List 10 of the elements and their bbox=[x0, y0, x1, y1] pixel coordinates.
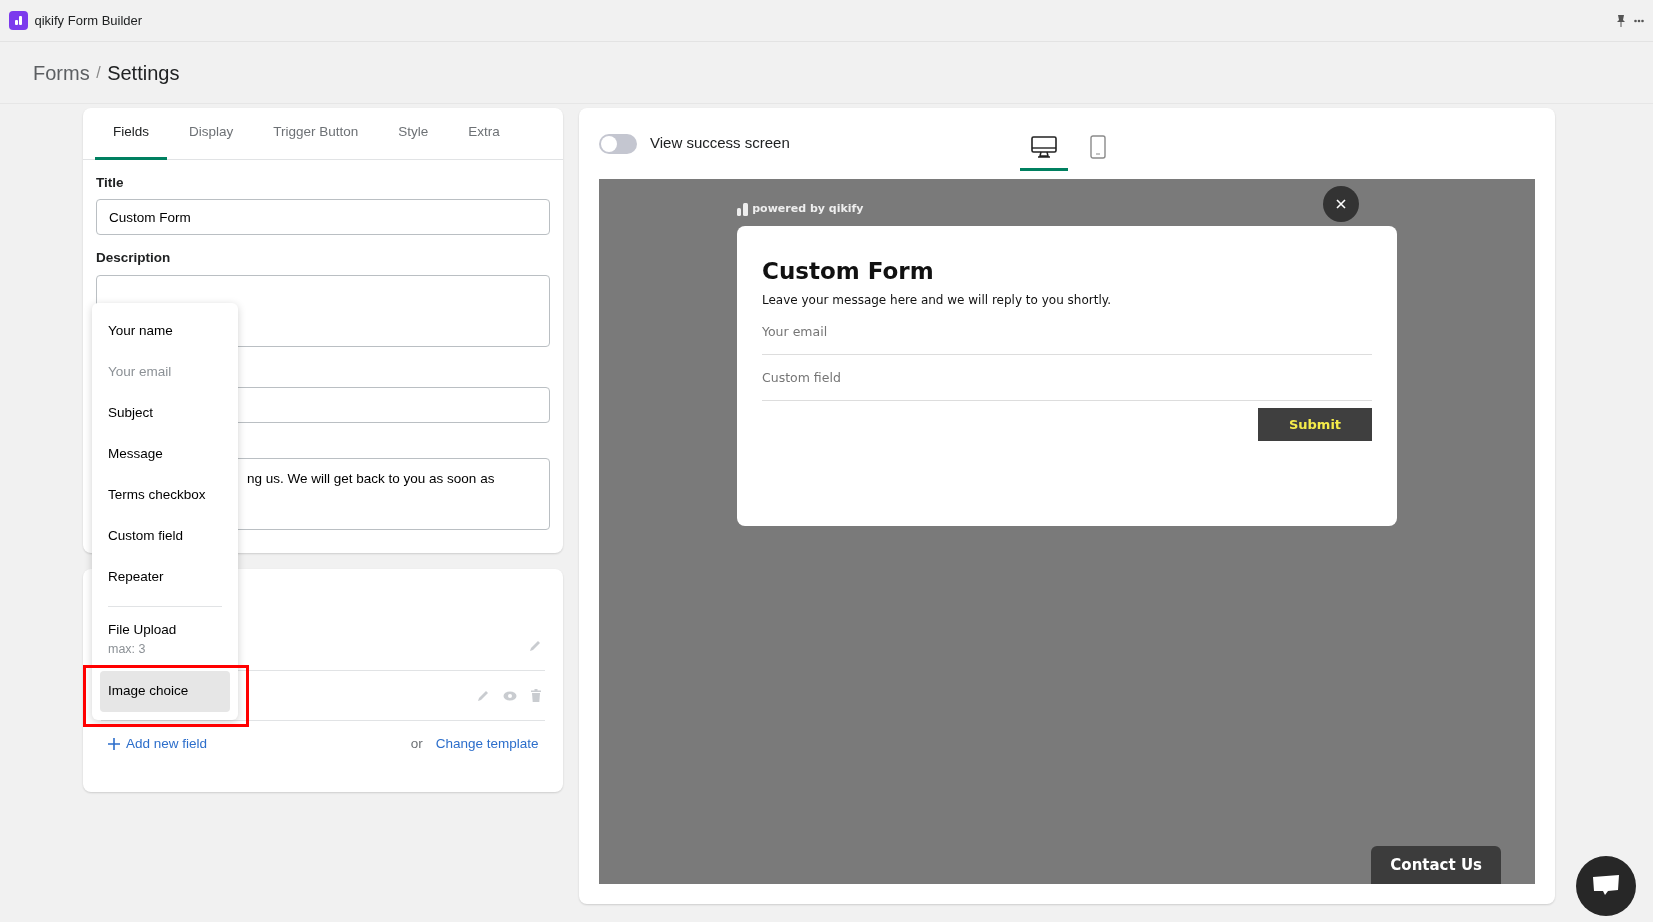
breadcrumb-separator: / bbox=[96, 62, 101, 83]
field-label: Description bbox=[96, 249, 172, 268]
field-label: Title bbox=[96, 174, 125, 192]
page-title: Settings bbox=[107, 60, 180, 86]
form-title: Custom Form bbox=[762, 256, 935, 286]
app-title: qikify Form Builder bbox=[34, 11, 143, 30]
branding-text: powered by qikify bbox=[752, 201, 864, 217]
or-text: or bbox=[410, 735, 423, 753]
form-description: Leave your message here and we will reply to you shortly. bbox=[762, 292, 1112, 310]
toggle-label: View success screen bbox=[650, 133, 790, 154]
